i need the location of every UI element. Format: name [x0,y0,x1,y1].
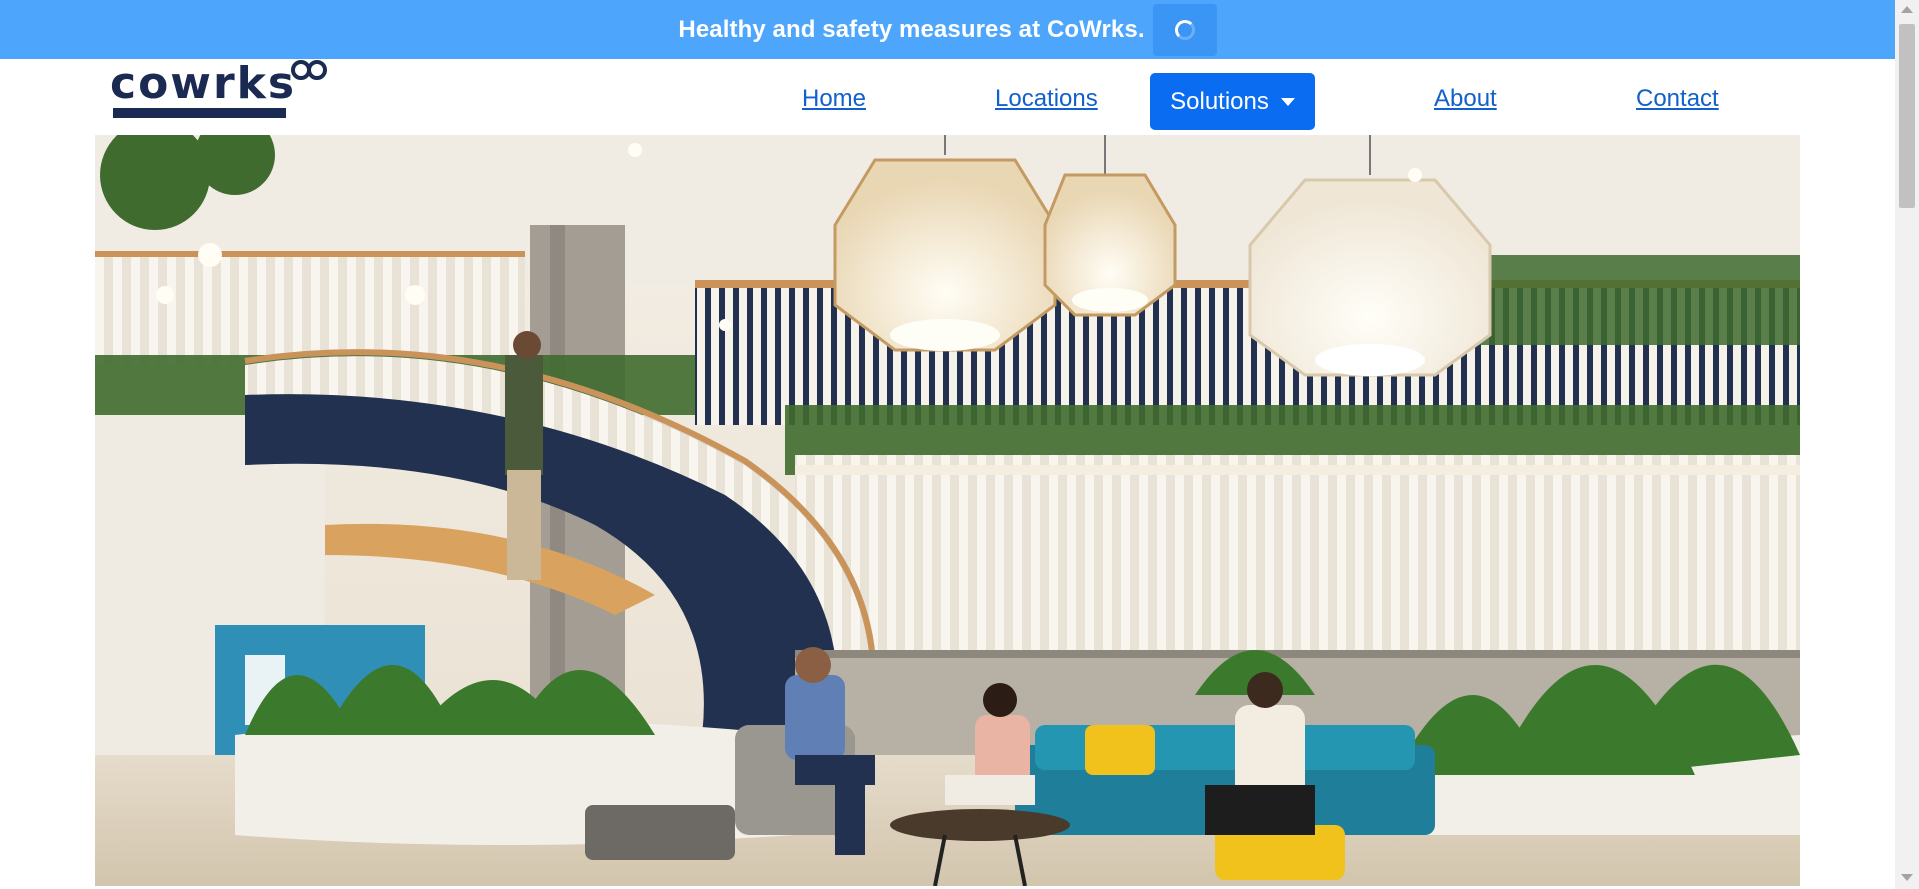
spinner-icon [1174,19,1195,40]
nav-locations-link[interactable]: Locations [995,84,1098,114]
nav-solutions-dropdown[interactable]: Solutions [1150,73,1315,130]
announcement-text[interactable]: Healthy and safety measures at CoWrks. [678,16,1144,44]
nav-home-link[interactable]: Home [802,84,866,114]
hero-illustration [95,135,1800,886]
cowrks-logo[interactable]: cowrks [110,58,330,122]
announcement-bar: Healthy and safety measures at CoWrks. [0,0,1895,59]
page-scrollbar[interactable] [1895,0,1919,889]
logo-underline-bar [113,108,286,118]
nav-contact-link[interactable]: Contact [1636,84,1719,114]
solutions-label: Solutions [1170,87,1269,115]
logo-wordmark: cowrks [110,58,297,109]
scroll-down-arrow-icon[interactable] [1901,874,1913,881]
hero-image [95,135,1800,886]
announcement-button[interactable] [1152,3,1217,56]
nav-about-link[interactable]: About [1434,84,1497,114]
scroll-thumb[interactable] [1899,24,1915,208]
infinity-icon [291,60,327,80]
scroll-up-arrow-icon[interactable] [1901,6,1913,13]
caret-down-icon [1280,97,1295,106]
